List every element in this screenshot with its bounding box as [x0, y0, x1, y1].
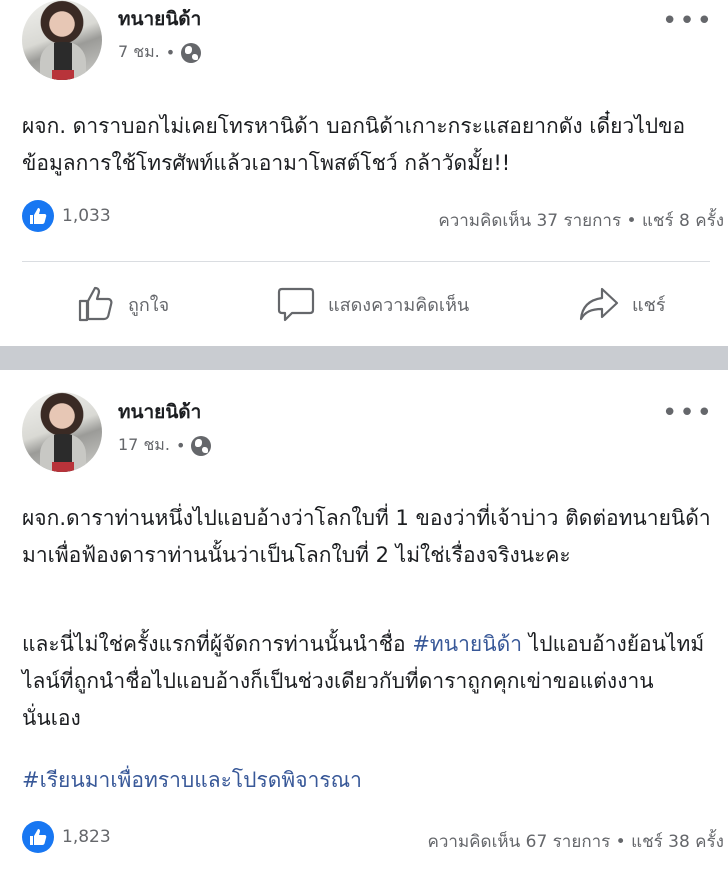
post-body-paragraph-2: และนี่ไม่ใช่ครั้งแรกที่ผู้จัดการท่านนั้น… — [22, 626, 712, 737]
post-time[interactable]: 17 ชม. — [118, 433, 170, 458]
action-bar: ถูกใจ แสดงความคิดเห็น แชร์ — [0, 274, 728, 334]
share-label: แชร์ — [632, 294, 666, 316]
share-icon — [579, 287, 619, 321]
avatar-figure-skirt — [52, 70, 74, 80]
post-body-paragraph-1: ผจก.ดาราท่านหนึ่งไปแอบอ้างว่าโลกใบที่ 1 … — [22, 506, 711, 567]
avatar-figure-skirt — [52, 462, 74, 472]
share-button[interactable]: แชร์ — [578, 284, 666, 324]
like-count: 1,823 — [62, 827, 111, 847]
author-name[interactable]: ทนายนิด้า — [118, 397, 201, 427]
more-options-icon[interactable]: ••• — [662, 8, 714, 34]
hashtag-link[interactable]: #ทนายนิด้า — [412, 632, 522, 656]
reactions[interactable]: 1,823 — [22, 821, 111, 853]
reactions[interactable]: 1,033 — [22, 200, 111, 232]
thumbs-up-icon — [78, 286, 113, 322]
comment-label: แสดงความคิดเห็น — [328, 294, 470, 316]
post-1: ทนายนิด้า 7 ชม. • ••• ผจก. ดาราบอกไม่เคย… — [0, 0, 728, 346]
like-reaction-icon — [22, 200, 54, 232]
globe-icon — [191, 435, 212, 456]
post-stats[interactable]: ความคิดเห็น 67 รายการ • แชร์ 38 ครั้ง — [428, 828, 724, 855]
hashtag-link[interactable]: #เรียนมาเพื่อทราบและโปรดพิจารณา — [22, 762, 712, 799]
post-stats[interactable]: ความคิดเห็น 37 รายการ • แชร์ 8 ครั้ง — [438, 207, 724, 234]
post-2: ทนายนิด้า 17 ชม. • ••• ผจก.ดาราท่านหนึ่ง… — [0, 370, 728, 876]
avatar[interactable] — [22, 392, 102, 472]
feed-separator — [0, 346, 728, 370]
divider — [22, 261, 710, 262]
globe-icon — [181, 42, 202, 63]
post-meta: 7 ชม. • — [118, 40, 202, 65]
more-options-icon[interactable]: ••• — [662, 400, 714, 426]
meta-dot: • — [165, 43, 176, 62]
like-reaction-icon — [22, 821, 54, 853]
comment-button[interactable]: แสดงความคิดเห็น — [276, 284, 469, 324]
like-label: ถูกใจ — [128, 294, 170, 316]
meta-dot: • — [175, 436, 186, 455]
avatar[interactable] — [22, 0, 102, 80]
post-time[interactable]: 7 ชม. — [118, 40, 160, 65]
like-count: 1,033 — [62, 206, 111, 226]
like-button[interactable]: ถูกใจ — [76, 284, 169, 324]
post-body: ผจก. ดาราบอกไม่เคยโทรหานิด้า บอกนิด้าเกา… — [22, 114, 686, 175]
author-name[interactable]: ทนายนิด้า — [118, 4, 201, 34]
post-meta: 17 ชม. • — [118, 433, 212, 458]
comment-icon — [277, 287, 315, 322]
paragraph-text: และนี่ไม่ใช่ครั้งแรกที่ผู้จัดการท่านนั้น… — [22, 632, 413, 656]
